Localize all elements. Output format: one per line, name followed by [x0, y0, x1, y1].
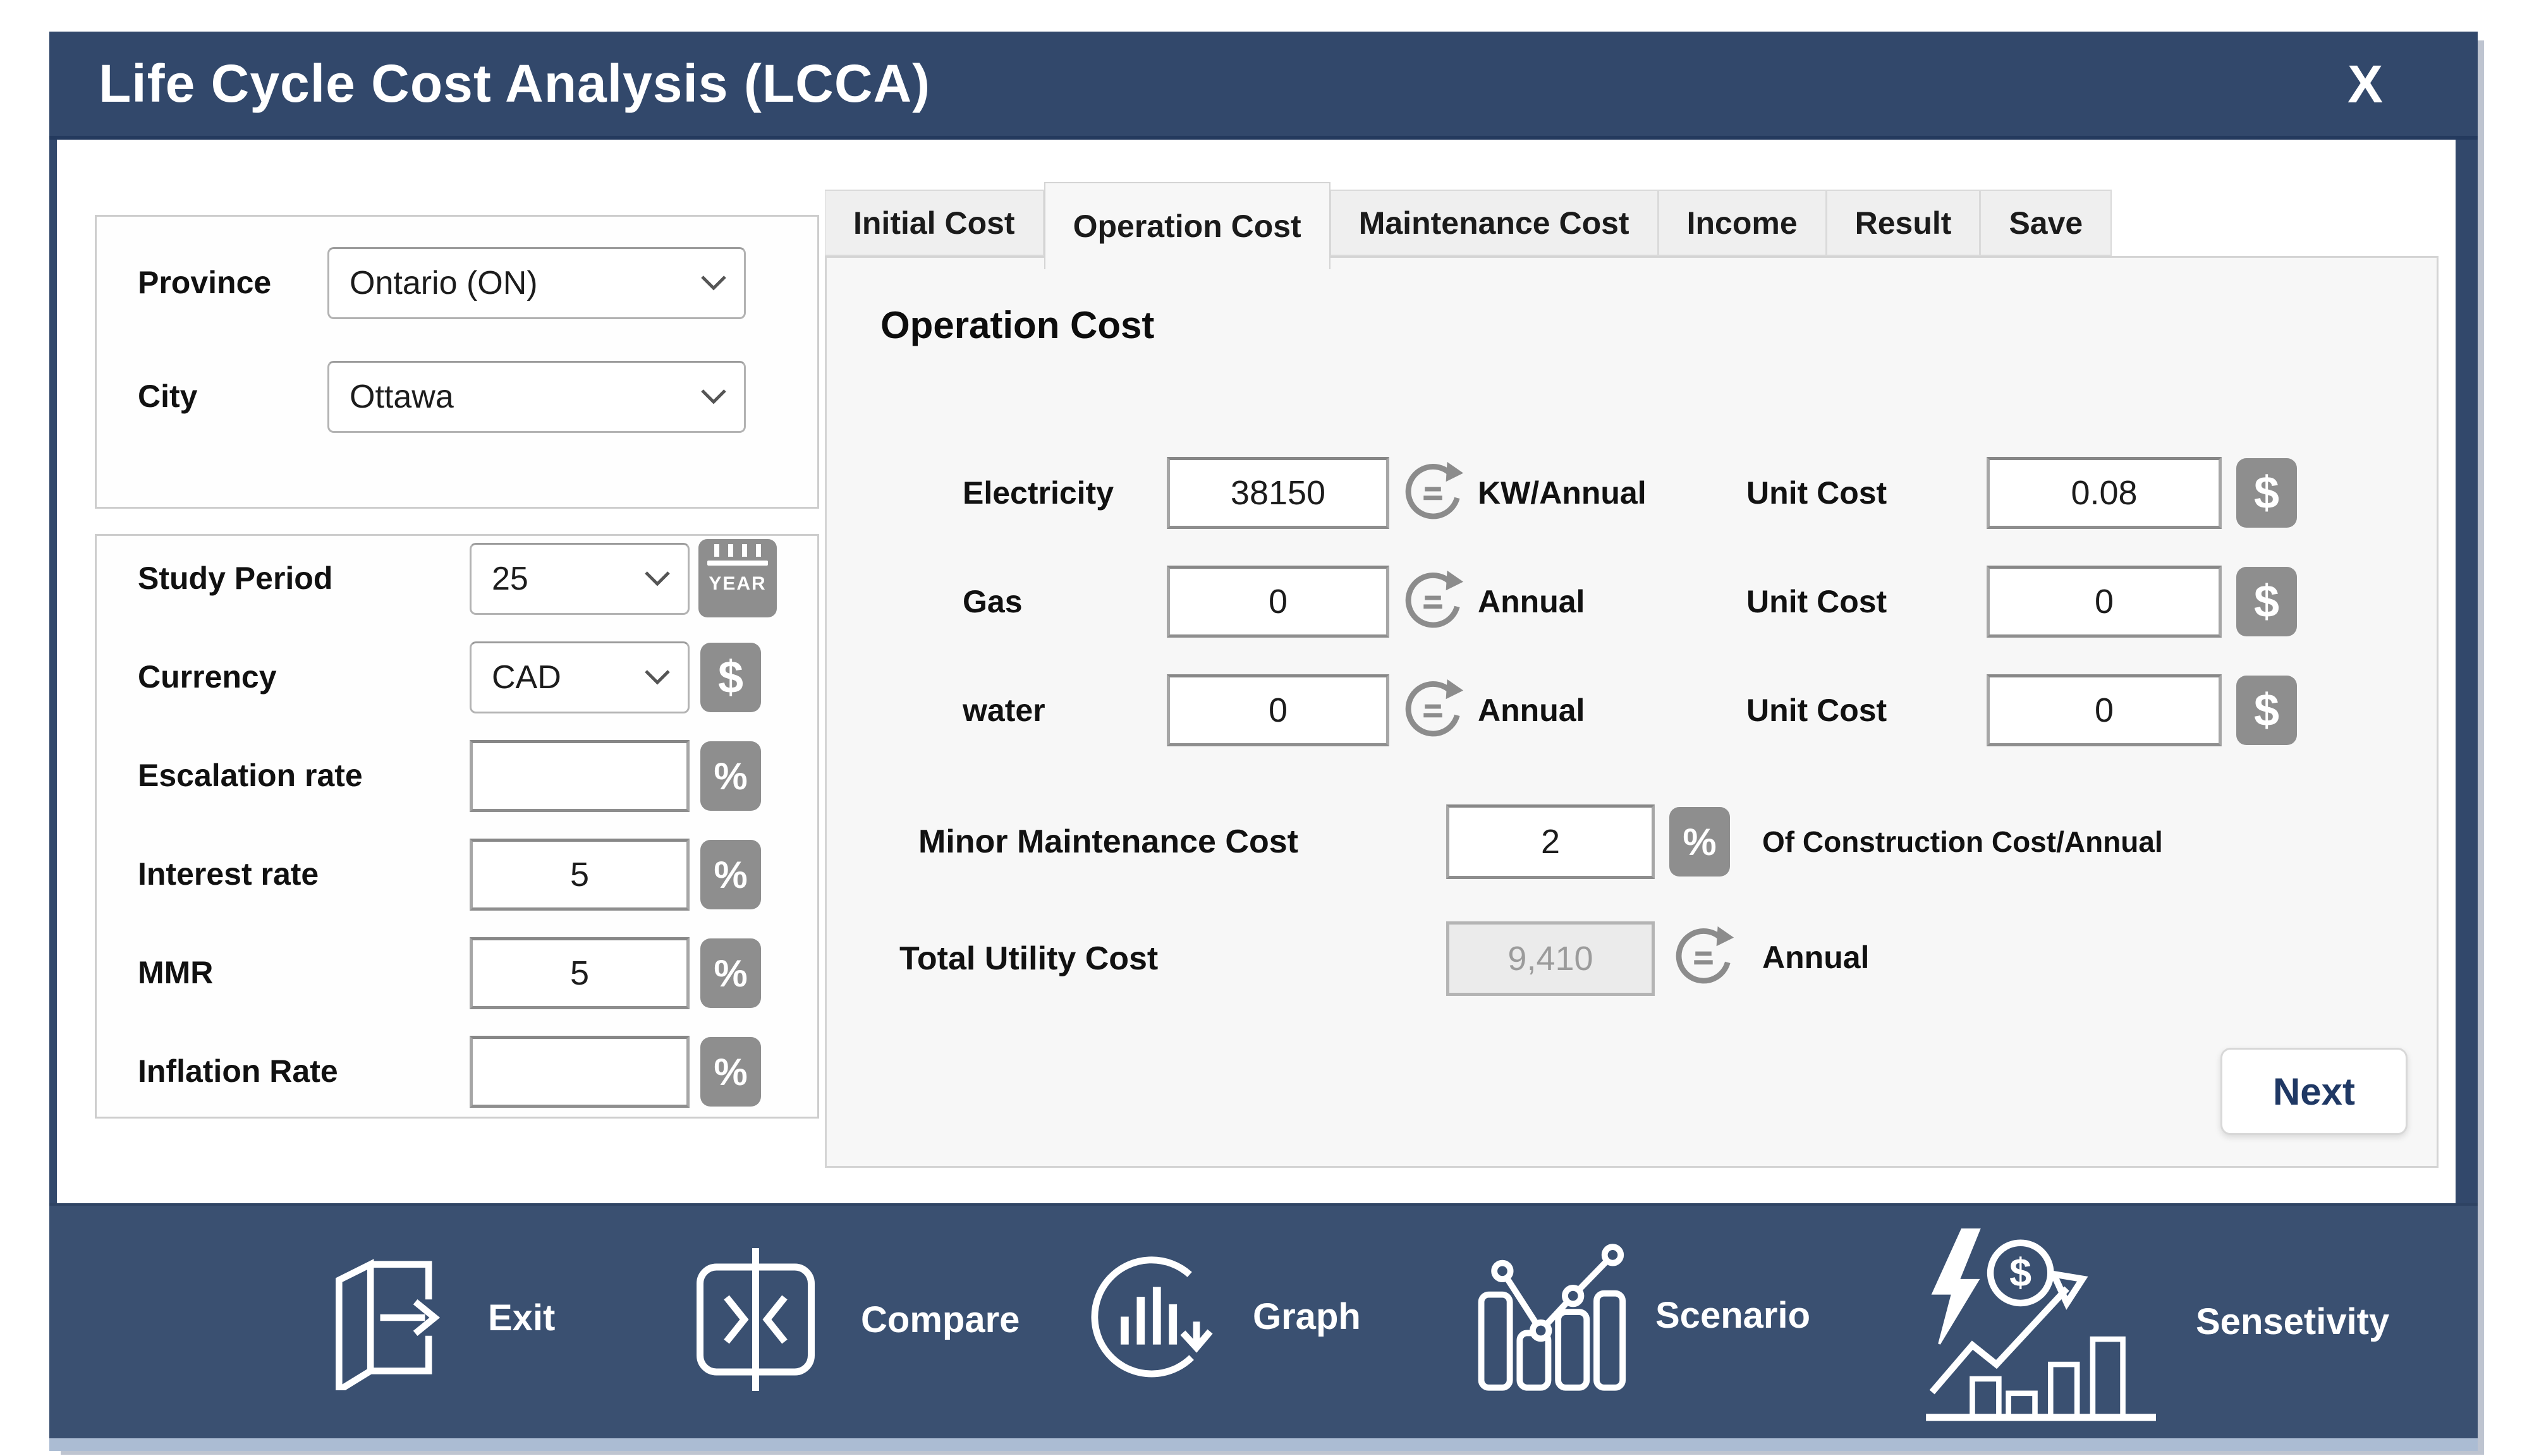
main-content: Province Ontario (ON) City Ottawa Study … — [57, 140, 2456, 1218]
tab-income[interactable]: Income — [1658, 190, 1827, 256]
unit-cost-label: Unit Cost — [1746, 475, 1887, 511]
dollar-icon: $ — [700, 643, 761, 712]
tab-save[interactable]: Save — [1980, 190, 2112, 256]
total-utility-label: Total Utility Cost — [899, 940, 1159, 977]
dollar-icon: $ — [2236, 458, 2297, 528]
minor-maintenance-label: Minor Maintenance Cost — [918, 823, 1298, 860]
chevron-down-icon — [701, 389, 726, 404]
cycle-refresh-icon — [1405, 461, 1464, 519]
graph-label: Graph — [1253, 1296, 1361, 1337]
water-unit-label: Annual — [1478, 693, 1585, 728]
close-button[interactable]: X — [2347, 54, 2383, 114]
water-row: water Annual Unit Cost $ — [827, 674, 2437, 746]
interest-rate-input[interactable] — [470, 839, 690, 911]
minor-maintenance-row: Minor Maintenance Cost % Of Construction… — [827, 804, 2437, 879]
province-label: Province — [138, 265, 272, 300]
scenario-label: Scenario — [1655, 1294, 1810, 1336]
lcca-window: Life Cycle Cost Analysis (LCCA) X Provin… — [49, 32, 2478, 1451]
svg-text:$: $ — [2009, 1251, 2031, 1295]
study-period-dropdown[interactable]: 25 — [470, 543, 690, 615]
inflation-rate-label: Inflation Rate — [138, 1053, 338, 1089]
gas-label: Gas — [963, 584, 1023, 619]
window-title: Life Cycle Cost Analysis (LCCA) — [99, 54, 931, 113]
chevron-down-icon — [645, 571, 670, 586]
mmr-input[interactable] — [470, 937, 690, 1009]
study-period-value: 25 — [492, 561, 528, 597]
tab-operation-cost[interactable]: Operation Cost — [1044, 182, 1330, 269]
tab-initial-cost[interactable]: Initial Cost — [825, 190, 1044, 256]
escalation-rate-label: Escalation rate — [138, 758, 363, 793]
electricity-row: Electricity KW/Annual Unit Cost $ — [827, 457, 2437, 529]
exit-button[interactable]: Exit — [315, 1245, 555, 1390]
exit-door-icon — [336, 1259, 441, 1390]
minor-maintenance-input[interactable] — [1446, 804, 1655, 879]
sensetivity-button[interactable]: $ Sensetivity — [1915, 1217, 2389, 1426]
footer-bar: Exit Compare Graph Scenario $ Sensetivit… — [49, 1203, 2478, 1451]
tab-maintenance-cost[interactable]: Maintenance Cost — [1330, 190, 1659, 256]
water-label: water — [963, 693, 1045, 728]
total-utility-unit-label: Annual — [1762, 940, 1870, 975]
operation-cost-heading: Operation Cost — [880, 304, 1155, 346]
city-label: City — [138, 379, 198, 414]
total-utility-value — [1446, 921, 1655, 996]
cycle-refresh-icon — [1405, 570, 1464, 628]
mmr-label: MMR — [138, 955, 214, 990]
water-unit-cost-input[interactable] — [1987, 674, 2222, 746]
title-bar: Life Cycle Cost Analysis (LCCA) X — [49, 32, 2478, 140]
scenario-bars-icon — [1478, 1244, 1626, 1391]
compare-button[interactable]: Compare — [678, 1241, 1020, 1398]
compare-icon — [697, 1248, 815, 1391]
exit-label: Exit — [488, 1297, 556, 1338]
unit-cost-label: Unit Cost — [1746, 584, 1887, 619]
electricity-input[interactable] — [1167, 457, 1389, 529]
parameters-panel: Study Period 25 YEAR Currency CAD $ Esca… — [95, 534, 819, 1119]
calendar-year-icon: YEAR — [698, 539, 777, 617]
percent-icon: % — [700, 741, 761, 811]
gas-row: Gas Annual Unit Cost $ — [827, 566, 2437, 638]
gas-unit-label: Annual — [1478, 584, 1585, 619]
graph-button[interactable]: Graph — [1076, 1242, 1361, 1391]
percent-icon: % — [700, 1037, 761, 1107]
tab-result[interactable]: Result — [1826, 190, 1981, 256]
sensetivity-trend-icon: $ — [1926, 1228, 2156, 1421]
currency-value: CAD — [492, 659, 561, 696]
cycle-refresh-icon — [1405, 679, 1464, 737]
total-utility-row: Total Utility Cost Annual — [827, 921, 2437, 996]
currency-dropdown[interactable]: CAD — [470, 641, 690, 713]
dollar-icon: $ — [2236, 567, 2297, 636]
province-dropdown[interactable]: Ontario (ON) — [327, 247, 746, 319]
province-value: Ontario (ON) — [350, 265, 538, 301]
interest-rate-label: Interest rate — [138, 856, 319, 892]
escalation-rate-input[interactable] — [470, 740, 690, 812]
chevron-down-icon — [645, 670, 670, 685]
dollar-icon: $ — [2236, 676, 2297, 745]
percent-icon: % — [700, 938, 761, 1008]
city-value: Ottawa — [350, 379, 454, 415]
location-panel: Province Ontario (ON) City Ottawa — [95, 215, 819, 509]
minor-maintenance-suffix: Of Construction Cost/Annual — [1762, 825, 2163, 858]
electricity-unit-cost-input[interactable] — [1987, 457, 2222, 529]
gas-unit-cost-input[interactable] — [1987, 566, 2222, 638]
sensetivity-label: Sensetivity — [2196, 1301, 2390, 1342]
inflation-rate-input[interactable] — [470, 1036, 690, 1108]
electricity-label: Electricity — [963, 475, 1114, 511]
compare-label: Compare — [861, 1299, 1020, 1340]
next-button[interactable]: Next — [2220, 1048, 2408, 1135]
unit-cost-label: Unit Cost — [1746, 693, 1887, 728]
percent-icon: % — [1669, 807, 1730, 877]
electricity-unit-label: KW/Annual — [1478, 475, 1647, 511]
city-dropdown[interactable]: Ottawa — [327, 361, 746, 433]
study-period-label: Study Period — [138, 561, 333, 596]
scenario-button[interactable]: Scenario — [1466, 1236, 1810, 1394]
cycle-refresh-icon — [1676, 926, 1734, 984]
water-input[interactable] — [1167, 674, 1389, 746]
gas-input[interactable] — [1167, 566, 1389, 638]
operation-cost-panel: Operation Cost Electricity KW/Annual Uni… — [825, 256, 2439, 1168]
percent-icon: % — [700, 840, 761, 909]
graph-icon — [1091, 1256, 1213, 1378]
chevron-down-icon — [701, 276, 726, 291]
currency-label: Currency — [138, 659, 277, 695]
